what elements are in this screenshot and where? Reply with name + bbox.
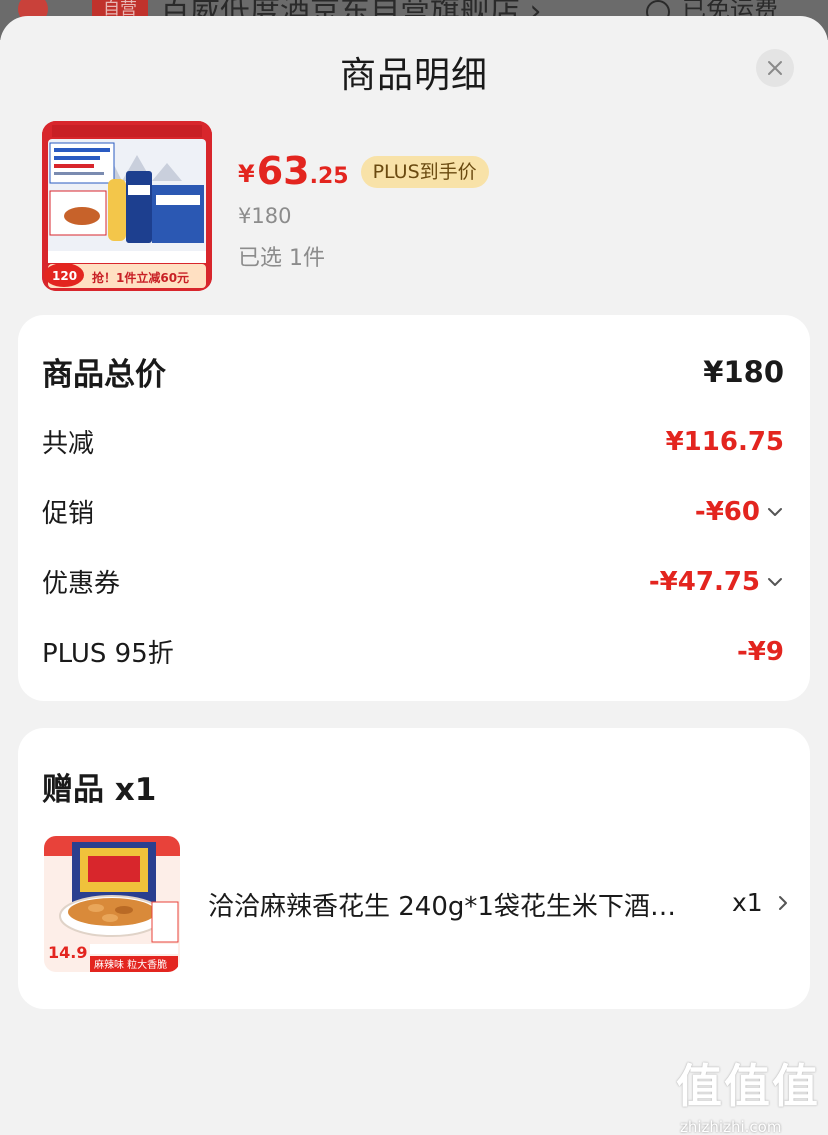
price-detail-sheet: 商品明细 120 抢！1件立减60元 ¥ 63 .25 PLUS到手价 ¥180… (0, 16, 828, 1135)
plus-price-tag: PLUS到手价 (360, 156, 489, 188)
gift-thumb-price: 14.9 (48, 943, 87, 962)
gift-name[interactable]: 洽洽麻辣香花生 240g*1袋花生米下酒菜零食 (208, 886, 678, 923)
chevron-down-icon (768, 507, 782, 516)
watermark-url: zhizhizhi.com (680, 1118, 782, 1135)
thumb-price-tag: 120 (52, 269, 77, 283)
selected-count: 已选 1件 (238, 246, 325, 271)
price-summary-card: 商品总价 ¥180 共减 ¥116.75 促销 -¥60 优惠券 -¥47.75 (18, 315, 810, 701)
plus-discount-row: PLUS 95折 -¥9 (42, 633, 784, 670)
product-info: ¥ 63 .25 PLUS到手价 ¥180 已选 1件 (238, 148, 489, 272)
discount-total-label: 共减 (42, 429, 95, 459)
total-value: ¥180 (703, 354, 784, 389)
promotion-row[interactable]: 促销 -¥60 (42, 493, 784, 530)
price-currency: ¥ (238, 160, 255, 188)
gift-card: 赠品 x1 14.9 麻辣味 粒大香脆 洽洽麻辣香花生 240g*1袋花生米下酒… (18, 728, 810, 1009)
watermark: 值值值 zhizhizhi.com (676, 1050, 826, 1135)
total-row: 商品总价 ¥180 (42, 349, 784, 394)
close-icon (768, 61, 782, 75)
coupon-label: 优惠券 (42, 569, 121, 599)
price-row: ¥ 63 .25 PLUS到手价 (238, 148, 489, 192)
plus-discount-label: PLUS 95折 (42, 639, 174, 669)
thumb-banner: 抢！1件立减60元 (92, 270, 189, 285)
price-integer: 63 (256, 149, 310, 193)
beer-product-image: 120 抢！1件立减60元 (42, 121, 212, 291)
discount-total-row: 共减 ¥116.75 (42, 423, 784, 460)
promotion-label: 促销 (42, 499, 95, 529)
total-label: 商品总价 (42, 357, 166, 393)
product-thumbnail[interactable]: 120 抢！1件立减60元 (42, 121, 212, 291)
watermark-logo: 值值值 (676, 1059, 820, 1113)
chevron-right-icon (778, 895, 787, 910)
promotion-value: -¥60 (695, 497, 784, 527)
plus-discount-value: -¥9 (737, 636, 784, 667)
coupon-value: -¥47.75 (649, 567, 784, 597)
gift-title: 赠品 x1 (42, 772, 157, 808)
price-decimal: .25 (309, 164, 349, 189)
gift-thumbnail[interactable]: 14.9 麻辣味 粒大香脆 (44, 836, 180, 972)
discount-total-value: ¥116.75 (665, 426, 784, 457)
peanut-product-image: 14.9 麻辣味 粒大香脆 (44, 836, 180, 972)
gift-quantity[interactable]: x1 (732, 888, 791, 917)
gift-thumb-caption: 麻辣味 粒大香脆 (94, 958, 167, 971)
sheet-title: 商品明细 (339, 55, 488, 96)
original-price: ¥180 (238, 204, 292, 228)
coupon-row[interactable]: 优惠券 -¥47.75 (42, 563, 784, 600)
chevron-down-icon (768, 577, 782, 586)
close-button[interactable] (756, 49, 794, 87)
